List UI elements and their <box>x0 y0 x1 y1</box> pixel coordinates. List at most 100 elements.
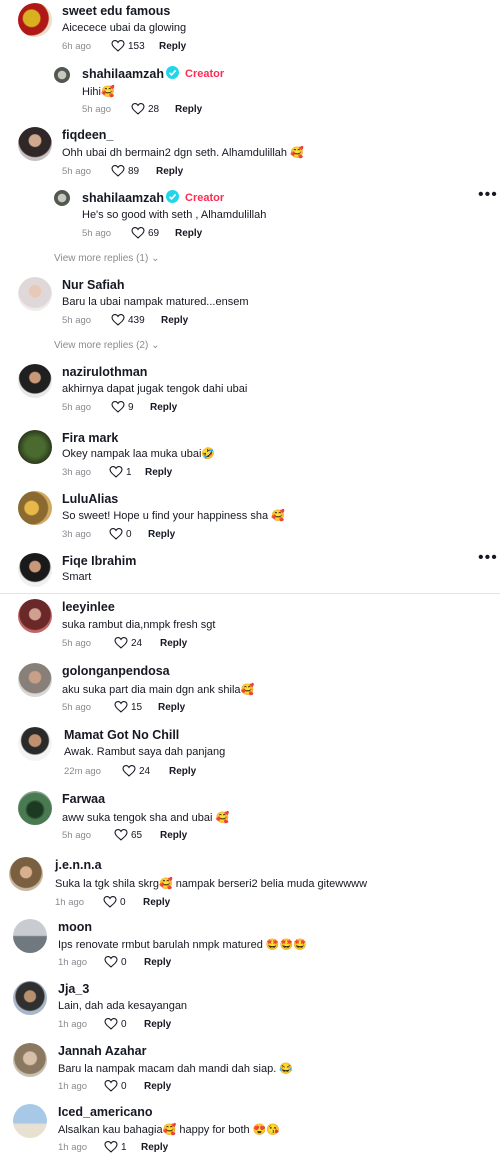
creator-badge: Creator <box>185 68 225 80</box>
username[interactable]: Fira mark <box>62 431 118 445</box>
like-count: 0 <box>120 897 126 908</box>
avatar[interactable] <box>18 277 52 311</box>
heart-icon[interactable] <box>104 1080 118 1092</box>
heart-icon[interactable] <box>111 165 125 177</box>
username[interactable]: LuluAlias <box>62 492 118 506</box>
username[interactable]: Jja_3 <box>58 982 89 996</box>
timestamp: 1h ago <box>58 1019 88 1030</box>
username[interactable]: golonganpendosa <box>62 664 170 678</box>
timestamp: 5h ago <box>62 315 92 326</box>
more-options-icon[interactable]: ••• <box>478 549 498 567</box>
avatar[interactable] <box>18 727 52 761</box>
verified-icon <box>166 66 179 79</box>
username[interactable]: Nur Safiah <box>62 278 125 292</box>
username[interactable]: fiqdeen_ <box>62 128 113 142</box>
reply-button[interactable]: Reply <box>158 702 185 713</box>
timestamp: 1h ago <box>58 1081 88 1092</box>
comment-text: Smart <box>62 571 92 583</box>
reply-button[interactable]: Reply <box>169 766 196 777</box>
heart-icon[interactable] <box>114 701 128 713</box>
reply-button[interactable]: Reply <box>175 104 202 115</box>
heart-icon[interactable] <box>109 466 123 478</box>
heart-icon[interactable] <box>114 637 128 649</box>
avatar[interactable] <box>18 3 52 37</box>
reply-button[interactable]: Reply <box>159 41 186 52</box>
comment-text: Ohh ubai dh bermain2 dgn seth. Alhamduli… <box>62 147 304 159</box>
timestamp: 1h ago <box>55 897 85 908</box>
heart-icon[interactable] <box>131 103 145 115</box>
avatar[interactable] <box>18 127 52 161</box>
username[interactable]: Jannah Azahar <box>58 1044 146 1058</box>
username[interactable]: shahilaamzah <box>82 191 164 205</box>
avatar[interactable] <box>18 599 52 633</box>
comment-text: aww suka tengok sha and ubai 🥰 <box>62 812 230 824</box>
heart-icon[interactable] <box>111 40 125 52</box>
heart-icon[interactable] <box>114 829 128 841</box>
reply-button[interactable]: Reply <box>144 1019 171 1030</box>
avatar[interactable] <box>54 190 70 206</box>
reply-button[interactable]: Reply <box>144 957 171 968</box>
heart-icon[interactable] <box>131 227 145 239</box>
like-count: 24 <box>131 638 143 649</box>
more-options-icon[interactable]: ••• <box>478 186 498 204</box>
avatar[interactable] <box>13 981 47 1015</box>
heart-icon[interactable] <box>104 1018 118 1030</box>
reply-button[interactable]: Reply <box>143 897 170 908</box>
reply-button[interactable]: Reply <box>145 467 172 478</box>
reply-button[interactable]: Reply <box>141 1142 168 1153</box>
reply-button[interactable]: Reply <box>148 529 175 540</box>
heart-icon[interactable] <box>111 314 125 326</box>
like-count: 0 <box>121 1019 127 1030</box>
like-count: 65 <box>131 830 143 841</box>
comment-text: So sweet! Hope u find your happiness sha… <box>62 510 285 522</box>
username[interactable]: moon <box>58 920 92 934</box>
comment-text: Lain, dah ada kesayangan <box>58 1000 188 1012</box>
heart-icon[interactable] <box>109 528 123 540</box>
like-count: 1 <box>121 1142 127 1153</box>
avatar[interactable] <box>18 791 52 825</box>
timestamp: 5h ago <box>82 228 112 239</box>
username[interactable]: Iced_americano <box>58 1105 153 1119</box>
username[interactable]: shahilaamzah <box>82 67 164 81</box>
heart-icon[interactable] <box>104 956 118 968</box>
reply-button[interactable]: Reply <box>161 315 188 326</box>
reply-button[interactable]: Reply <box>156 166 183 177</box>
username[interactable]: nazirulothman <box>62 365 147 379</box>
avatar[interactable] <box>13 1104 47 1138</box>
avatar[interactable] <box>13 919 47 953</box>
heart-icon[interactable] <box>122 765 136 777</box>
reply-button[interactable]: Reply <box>160 830 187 841</box>
comment-text: He's so good with seth , Alhamdulillah <box>82 209 267 221</box>
view-more-replies[interactable]: View more replies (1) ⌄ <box>54 253 159 264</box>
comment-text: Aicecece ubai da glowing <box>62 22 187 34</box>
like-count: 1 <box>126 467 132 478</box>
avatar[interactable] <box>54 67 70 83</box>
avatar[interactable] <box>18 491 52 525</box>
username[interactable]: Mamat Got No Chill <box>64 728 179 742</box>
reply-button[interactable]: Reply <box>150 402 177 413</box>
avatar[interactable] <box>9 857 43 891</box>
username[interactable]: j.e.n.n.a <box>55 858 102 872</box>
username[interactable]: sweet edu famous <box>62 4 170 18</box>
timestamp: 1h ago <box>58 1142 88 1153</box>
username[interactable]: Farwaa <box>62 792 105 806</box>
username[interactable]: leeyinlee <box>62 600 115 614</box>
avatar[interactable] <box>18 364 52 398</box>
avatar[interactable] <box>18 553 52 587</box>
reply-button[interactable]: Reply <box>144 1081 171 1092</box>
reply-button[interactable]: Reply <box>160 638 187 649</box>
heart-icon[interactable] <box>103 896 117 908</box>
heart-icon[interactable] <box>111 401 125 413</box>
divider <box>0 593 500 594</box>
avatar[interactable] <box>18 430 52 464</box>
avatar[interactable] <box>13 1043 47 1077</box>
comment-text: Okey nampak laa muka ubai🤣 <box>62 448 216 460</box>
timestamp: 1h ago <box>58 957 88 968</box>
avatar[interactable] <box>18 663 52 697</box>
like-count: 0 <box>121 1081 127 1092</box>
username[interactable]: Fiqe Ibrahim <box>62 554 136 568</box>
view-more-replies[interactable]: View more replies (2) ⌄ <box>54 340 159 351</box>
reply-button[interactable]: Reply <box>175 228 202 239</box>
heart-icon[interactable] <box>104 1141 118 1153</box>
like-count: 69 <box>148 228 160 239</box>
